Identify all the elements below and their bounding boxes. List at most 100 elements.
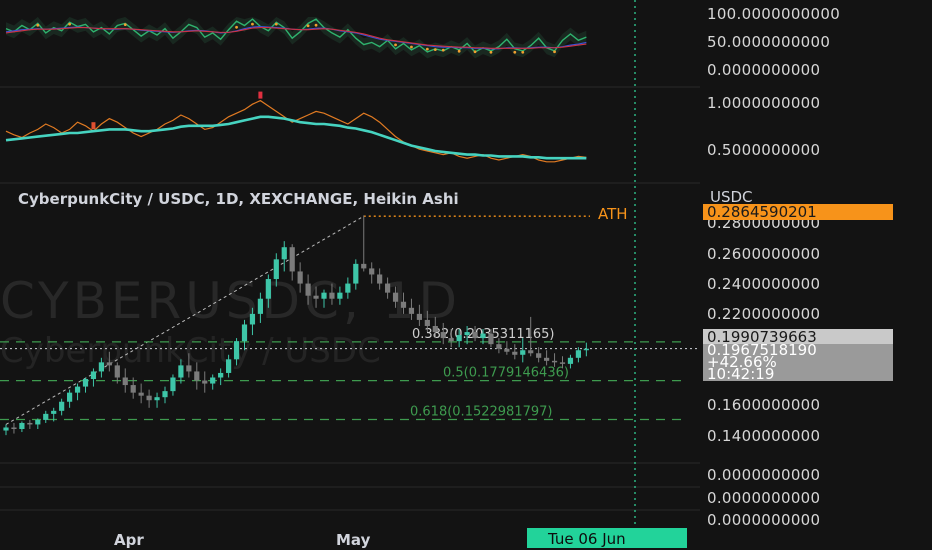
osc1-signal-dot bbox=[68, 22, 71, 26]
candle-body bbox=[289, 247, 295, 272]
price-axis-label: 0.1600000000 bbox=[707, 396, 820, 414]
candle-body bbox=[249, 313, 256, 325]
candle-body bbox=[345, 283, 351, 293]
candle-body bbox=[27, 422, 33, 425]
candle-body bbox=[138, 392, 144, 396]
candle-body bbox=[281, 247, 287, 260]
candle-body bbox=[67, 392, 73, 402]
osc1-signal-dot bbox=[441, 48, 445, 52]
candle-body bbox=[297, 271, 303, 284]
candle-body bbox=[233, 341, 240, 360]
osc1-signal-dot bbox=[394, 43, 397, 47]
candle-body bbox=[377, 274, 383, 284]
candle-body bbox=[369, 268, 375, 275]
candle-body bbox=[440, 332, 446, 339]
osc1-signal-dot bbox=[235, 25, 238, 29]
candle-body bbox=[528, 350, 534, 354]
time-label-may: May bbox=[336, 531, 371, 549]
candle-body bbox=[210, 377, 216, 384]
candle-body bbox=[313, 295, 319, 299]
osc1-signal-dot bbox=[513, 50, 517, 54]
candle-body bbox=[226, 359, 232, 373]
osc1-signal-dot bbox=[274, 22, 278, 26]
candle-body bbox=[265, 279, 271, 299]
candle-body bbox=[480, 333, 486, 339]
candle-body bbox=[432, 325, 438, 333]
candle-body bbox=[496, 344, 502, 349]
candle-body bbox=[202, 380, 208, 384]
candle-body bbox=[43, 413, 49, 420]
candle-body bbox=[19, 422, 25, 430]
candle-body bbox=[98, 362, 104, 372]
osc1-axis-label: 0.0000000000 bbox=[707, 61, 820, 79]
candle-body bbox=[35, 419, 41, 425]
price-axis-label: 0.0000000000 bbox=[707, 511, 820, 529]
candle-body bbox=[504, 348, 510, 352]
candle-body bbox=[408, 307, 415, 314]
candle-body bbox=[305, 283, 311, 296]
candle-body bbox=[329, 292, 335, 299]
price-axis-label: 0.2400000000 bbox=[707, 275, 820, 293]
price-axis-label: 0.2200000000 bbox=[707, 305, 820, 323]
candle-body bbox=[392, 292, 399, 302]
candle-body bbox=[512, 351, 518, 355]
candle-body bbox=[59, 401, 65, 411]
candle-body bbox=[146, 395, 152, 401]
candle-body bbox=[488, 333, 494, 345]
candle-body bbox=[321, 292, 327, 299]
candle-body bbox=[361, 263, 367, 269]
ath-label: ATH bbox=[598, 205, 628, 223]
osc1-axis-label: 50.0000000000 bbox=[707, 33, 830, 51]
candle-body bbox=[416, 313, 422, 320]
candle-body bbox=[90, 371, 97, 380]
candle-body bbox=[257, 298, 263, 314]
price-axis-label: 0.0000000000 bbox=[707, 489, 820, 507]
osc1-signal-dot bbox=[251, 22, 254, 26]
price-axis-label: 0.0000000000 bbox=[707, 466, 820, 484]
osc1-signal-dot bbox=[489, 50, 493, 54]
fib-level-label: 0.618(0.1522981797) bbox=[410, 404, 552, 419]
crosshair-date: Tue 06 Jun bbox=[547, 530, 626, 548]
time-label-apr: Apr bbox=[114, 531, 144, 549]
candle-body bbox=[51, 410, 57, 414]
bar-countdown: 10:42:19 bbox=[707, 365, 774, 383]
ath-price-value: 0.2864590201 bbox=[707, 203, 817, 221]
osc1-signal-dot bbox=[410, 45, 413, 49]
osc1-signal-dot bbox=[553, 50, 556, 54]
candle-body bbox=[464, 332, 470, 336]
osc1-signal-dot bbox=[521, 50, 525, 54]
candle-body bbox=[74, 386, 81, 393]
candle-body bbox=[162, 391, 168, 398]
candle-body bbox=[82, 379, 89, 387]
candle-body bbox=[448, 338, 454, 342]
candle-body bbox=[472, 332, 478, 339]
fib-level-label: 0.5(0.1779146436) bbox=[443, 366, 569, 381]
candle-body bbox=[122, 377, 128, 386]
candle-body bbox=[353, 263, 359, 284]
candle-body bbox=[575, 350, 581, 358]
candle-body bbox=[178, 365, 184, 378]
osc1-signal-dot bbox=[123, 23, 127, 27]
candle-body bbox=[11, 427, 17, 430]
candle-body bbox=[520, 350, 526, 355]
osc2-axis-label: 1.0000000000 bbox=[707, 94, 820, 112]
osc1-signal-dot bbox=[425, 47, 429, 51]
chart-window: CYBERUSDC, 1D CyberpunkCity / USDC ATH 0… bbox=[0, 0, 932, 550]
candle-body bbox=[170, 377, 176, 392]
osc2-peak-marker bbox=[258, 91, 263, 99]
osc2-axis-label: 0.5000000000 bbox=[707, 141, 820, 159]
candle-body bbox=[536, 353, 542, 358]
osc2-peak-marker bbox=[91, 122, 96, 130]
price-axis-label: 0.2600000000 bbox=[707, 245, 820, 263]
trading-chart[interactable]: CYBERUSDC, 1D CyberpunkCity / USDC ATH 0… bbox=[0, 0, 932, 550]
candle-body bbox=[106, 362, 112, 366]
osc1-signal-dot bbox=[433, 48, 437, 52]
candle-body bbox=[186, 365, 192, 372]
candle-body bbox=[154, 397, 160, 401]
candle-body bbox=[567, 357, 574, 364]
price-axis-label: 0.1400000000 bbox=[707, 427, 820, 445]
osc1-signal-dot bbox=[473, 50, 477, 54]
watermark-pair: CyberpunkCity / USDC bbox=[0, 331, 381, 371]
candle-body bbox=[114, 365, 120, 378]
candle-body bbox=[130, 385, 136, 393]
